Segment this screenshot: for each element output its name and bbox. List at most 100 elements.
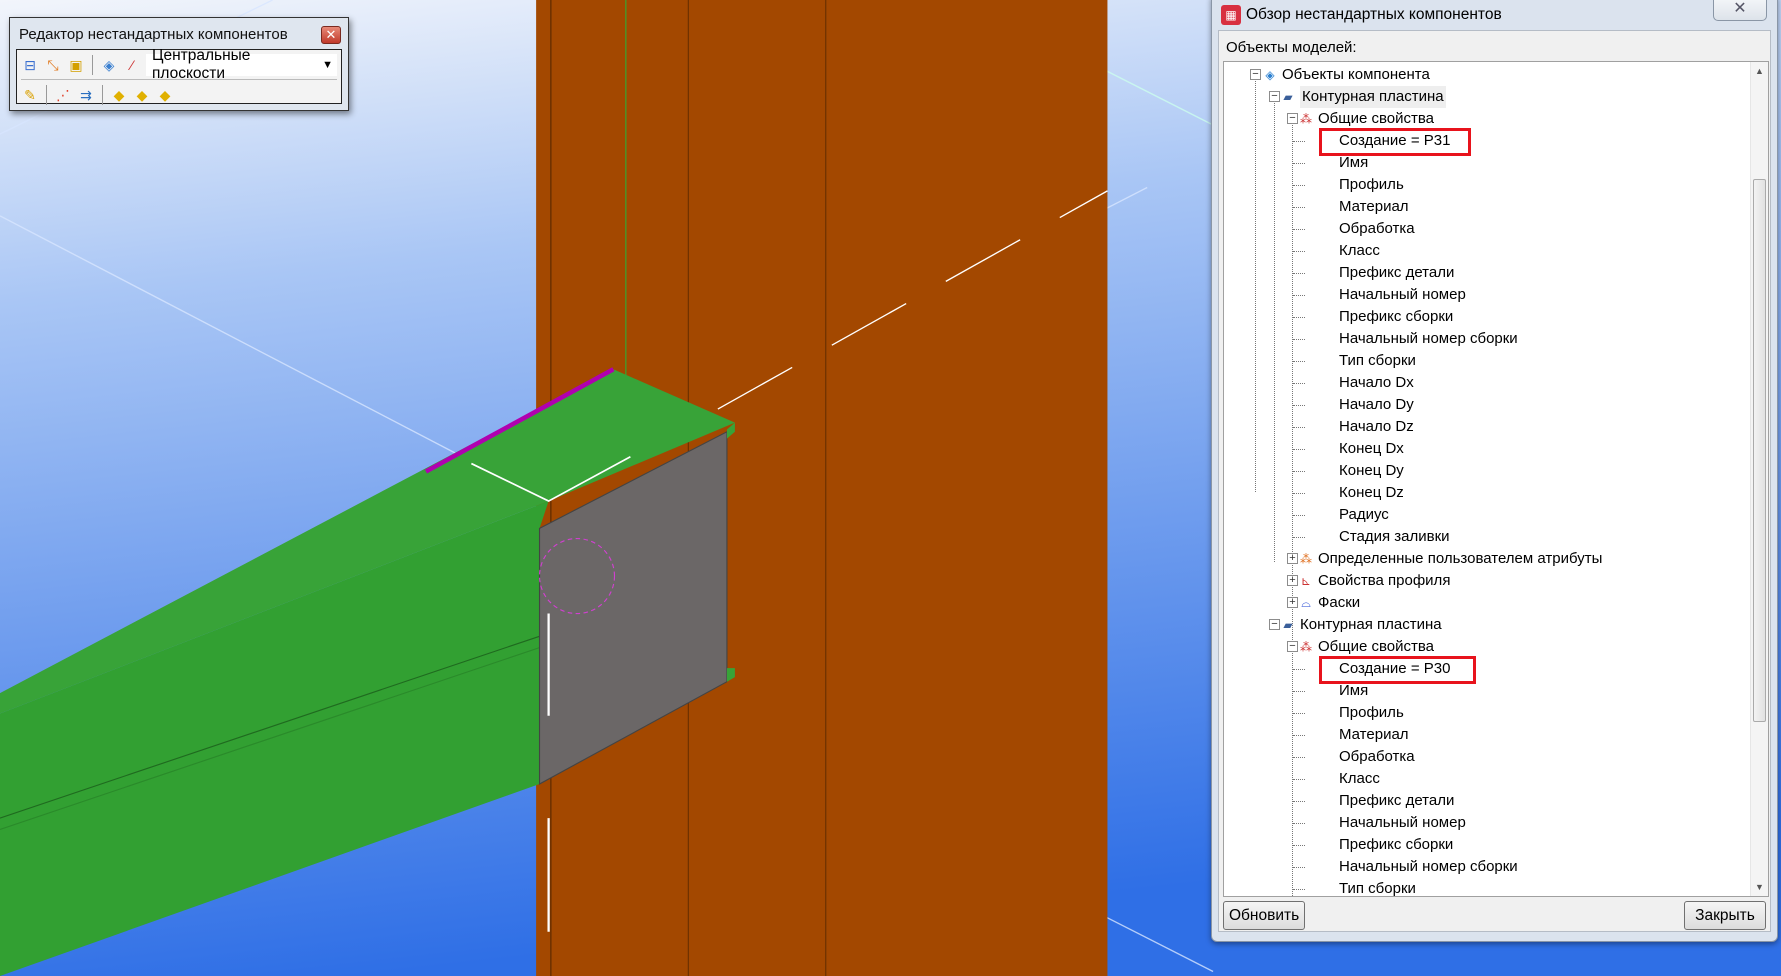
tree-item[interactable]: Конец Dx	[1339, 438, 1404, 460]
tree-item[interactable]: Начало Dz	[1339, 416, 1414, 438]
tree-item[interactable]: Конец Dy	[1339, 460, 1404, 482]
tree-branch-line	[1293, 669, 1305, 670]
tree-item[interactable]: Стадия заливки	[1339, 526, 1450, 548]
scroll-up-arrow-icon[interactable]: ▲	[1755, 66, 1764, 76]
contour-plate-icon: ▰	[1283, 618, 1293, 632]
toolbar-separator	[46, 85, 47, 105]
window-close-button[interactable]: ✕	[1713, 0, 1767, 21]
component-tree[interactable]: ▲ ▼ − ◈ Объекты компонента − ▰ Контурная плас…	[1223, 61, 1769, 897]
tree-item[interactable]: Начало Dy	[1339, 394, 1414, 416]
tree-item[interactable]: Имя	[1339, 152, 1368, 174]
tree-item[interactable]: Свойства профиля	[1318, 570, 1450, 592]
tree-branch-line	[1293, 339, 1305, 340]
tree-branch-line	[1293, 889, 1305, 890]
part-delete-icon[interactable]: ◆	[156, 86, 174, 104]
tree-item[interactable]: Префикс сборки	[1339, 834, 1453, 856]
tree-branch-line	[1293, 251, 1305, 252]
tree-scrollbar[interactable]: ▲ ▼	[1750, 62, 1768, 896]
tree-item[interactable]: Определенные пользователем атрибуты	[1318, 548, 1602, 570]
plane-type-select[interactable]: Центральные плоскости ▼	[146, 47, 337, 82]
tree-branch-line	[1293, 515, 1305, 516]
tree-item[interactable]: Материал	[1339, 724, 1409, 746]
tree-item[interactable]: Радиус	[1339, 504, 1389, 526]
contour-plate-icon: ▰	[1283, 90, 1293, 104]
toolbar-separator	[92, 55, 93, 75]
tree-branch-line	[1293, 735, 1305, 736]
link-part-icon[interactable]: ⇉	[77, 86, 95, 104]
chevron-down-icon: ▼	[322, 59, 333, 71]
part-box-icon[interactable]: ▣	[67, 56, 85, 74]
measure-icon[interactable]: ⤡	[44, 56, 62, 74]
tree-item[interactable]: Контурная пластина	[1300, 614, 1442, 636]
tree-item[interactable]: Префикс детали	[1339, 262, 1454, 284]
tree-item[interactable]: Обработка	[1339, 218, 1415, 240]
collapse-icon[interactable]: −	[1287, 113, 1298, 124]
tree-branch-line	[1293, 779, 1305, 780]
tree-item[interactable]: Контурная пластина	[1300, 86, 1446, 108]
tree-branch-line	[1293, 691, 1305, 692]
tree-branch-line	[1293, 427, 1305, 428]
expand-icon[interactable]: +	[1287, 597, 1298, 608]
tree-branch-line	[1293, 383, 1305, 384]
custom-component-editor-toolbar: Редактор нестандартных компонентов ✕ ⊟ ⤡…	[9, 17, 349, 111]
tree-item[interactable]: Общие свойства	[1318, 108, 1434, 130]
editor-close-button[interactable]: ✕	[321, 26, 341, 44]
add-variable-icon[interactable]: ✎	[21, 86, 39, 104]
app-icon: ▦	[1221, 5, 1241, 25]
tree-branch-line	[1293, 471, 1305, 472]
plane-icon[interactable]: ⊟	[21, 56, 39, 74]
tree-item[interactable]: Тип сборки	[1339, 878, 1416, 896]
tree-item[interactable]: Начало Dx	[1339, 372, 1414, 394]
tree-item[interactable]: Начальный номер	[1339, 812, 1466, 834]
tree-item[interactable]: Имя	[1339, 680, 1368, 702]
part-add2-icon[interactable]: ◆	[133, 86, 151, 104]
profile-properties-icon: ⊾	[1300, 574, 1312, 588]
tree-branch-line	[1293, 757, 1305, 758]
expand-icon[interactable]: +	[1287, 553, 1298, 564]
tree-item[interactable]: Класс	[1339, 768, 1380, 790]
collapse-icon[interactable]: −	[1269, 619, 1280, 630]
tree-branch-line	[1293, 867, 1305, 868]
tree-item[interactable]: Начальный номер сборки	[1339, 856, 1518, 878]
custom-component-browser-window: ▦ Обзор нестандартных компонентов ✕ Объе…	[1211, 0, 1778, 942]
tree-branch-line	[1293, 163, 1305, 164]
tree-item[interactable]: Конец Dz	[1339, 482, 1404, 504]
tree-item[interactable]: Профиль	[1339, 174, 1404, 196]
tree-item[interactable]: Префикс детали	[1339, 790, 1454, 812]
refresh-button[interactable]: Обновить	[1223, 901, 1305, 930]
scroll-down-arrow-icon[interactable]: ▼	[1755, 882, 1764, 892]
properties-icon: ⁂	[1300, 640, 1312, 654]
tree-branch-line	[1293, 845, 1305, 846]
tree-item[interactable]: Материал	[1339, 196, 1409, 218]
tree-item[interactable]: Профиль	[1339, 702, 1404, 724]
tree-item[interactable]: Объекты компонента	[1282, 64, 1430, 86]
close-button[interactable]: Закрыть	[1684, 901, 1766, 930]
tree-item[interactable]: Общие свойства	[1318, 636, 1434, 658]
tree-item[interactable]: Префикс сборки	[1339, 306, 1453, 328]
plane-type-value: Центральные плоскости	[152, 47, 251, 82]
dotted-line-icon[interactable]: ⁄	[123, 56, 141, 74]
editor-toolbar-title: Редактор нестандартных компонентов	[19, 26, 288, 43]
tree-branch-line	[1293, 537, 1305, 538]
tree-item[interactable]: Тип сборки	[1339, 350, 1416, 372]
user-attributes-icon: ⁂	[1300, 552, 1312, 566]
tree-item[interactable]: Обработка	[1339, 746, 1415, 768]
tree-item[interactable]: Класс	[1339, 240, 1380, 262]
expand-icon[interactable]: +	[1287, 575, 1298, 586]
tree-item[interactable]: Начальный номер сборки	[1339, 328, 1518, 350]
tree-branch-line	[1293, 361, 1305, 362]
layer-icon[interactable]: ◈	[100, 56, 118, 74]
tree-item[interactable]: Начальный номер	[1339, 284, 1466, 306]
tree-branch-line	[1293, 405, 1305, 406]
part-add-icon[interactable]: ◆	[110, 86, 128, 104]
collapse-icon[interactable]: −	[1287, 641, 1298, 652]
points-check-icon[interactable]: ⋰	[54, 86, 72, 104]
model-objects-label: Объекты моделей:	[1226, 39, 1357, 56]
toolbar-separator	[102, 85, 103, 105]
tree-item[interactable]: Фаски	[1318, 592, 1360, 614]
scrollbar-thumb[interactable]	[1753, 179, 1766, 722]
collapse-icon[interactable]: −	[1250, 69, 1261, 80]
chamfers-icon: ⌓	[1301, 596, 1311, 610]
collapse-icon[interactable]: −	[1269, 91, 1280, 102]
tree-branch-line	[1293, 317, 1305, 318]
